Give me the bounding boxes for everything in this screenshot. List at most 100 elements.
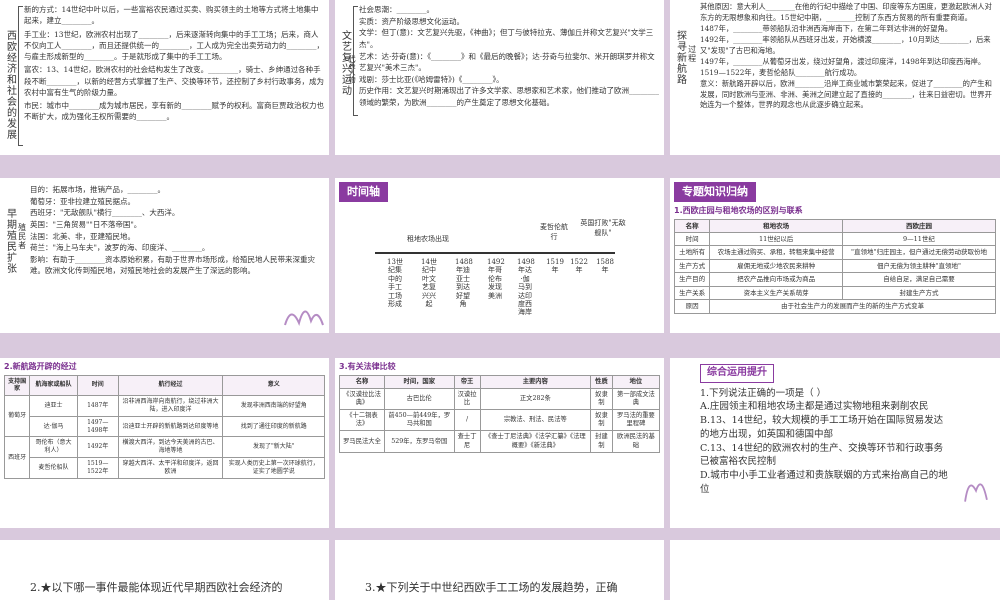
table-cell: 农场主通过购买、承租，转租来集中经营 bbox=[709, 245, 843, 260]
table-cell: 由于社会生产力的发展而产生的新的生产方式变革 bbox=[709, 299, 996, 314]
table-cell: 11世纪以后 bbox=[709, 231, 843, 247]
table-cell: 达·伽马 bbox=[29, 415, 78, 438]
slide-2[interactable]: 文艺复兴运动 社会思潮：________。 实质：资产阶级思想文化运动。 文学：… bbox=[335, 0, 664, 155]
text-line: 艺术：达·芬奇(意)：《________》和《最后的晚餐》；达·芬奇与拉斐尔、米… bbox=[359, 51, 655, 73]
table-cell: 9—11世纪 bbox=[841, 231, 997, 247]
table-header: 名称 bbox=[339, 374, 385, 389]
slide-3[interactable]: 探寻新航路 过程 其他原因：意大利人________在他的行纪中描绘了中国、印度… bbox=[670, 0, 1000, 155]
table-cell: 迪亚士 bbox=[29, 395, 78, 417]
table-row: 生产方式 雇佣无地或少地农民来耕种 佃户无偿为领主耕种"直领地" bbox=[673, 258, 997, 274]
slide-6[interactable]: 专题知识归纳 1.西欧庄园与租地农场的区别与联系 名称 租地农场 西欧庄园 时间… bbox=[670, 178, 1000, 333]
table-row: 生产关系 资本主义生产关系萌芽 封建生产方式 bbox=[673, 285, 997, 301]
table-cell: 查士丁尼 bbox=[453, 430, 481, 453]
timeline-point: 1519年 bbox=[546, 258, 564, 275]
slide-1[interactable]: 西欧经济和社会的发展 新的方式：14世纪中叶以后，一些富裕农民通过买卖、购买领主… bbox=[0, 0, 329, 155]
slide-11[interactable]: 3.★下列关于中世纪西欧手工工场的发展趋势，正确 bbox=[335, 540, 664, 600]
table-cell: 欧洲民法的基础 bbox=[611, 430, 661, 453]
table-header: 支持国家 bbox=[3, 374, 31, 397]
table-cell: 原因 bbox=[673, 299, 711, 314]
table-row: 原因 由于社会生产力的发展而产生的新的生产方式变革 bbox=[673, 299, 996, 314]
slide-12[interactable] bbox=[670, 540, 1000, 600]
table-cell: 古巴比伦 bbox=[383, 387, 455, 411]
table-header: 时间 bbox=[76, 374, 119, 397]
slide-grid: 西欧经济和社会的发展 新的方式：14世纪中叶以后，一些富裕农民通过买卖、购买领主… bbox=[0, 0, 1000, 600]
text-line: 1492年，________率领船队从西班牙出发，开始横渡________，10… bbox=[700, 34, 991, 55]
text-line: 葡萄牙：亚非拉建立殖民据点。 bbox=[30, 196, 135, 206]
table-row: 罗马民法大全 529年，东罗马帝国 查士丁尼 《查士丁尼法典》《法学汇纂》《法理概要》… bbox=[339, 430, 661, 453]
table-header: 性质 bbox=[590, 374, 613, 389]
slide-title: 综合运用提升 bbox=[700, 364, 774, 383]
text-line: 实质：资产阶级思想文化运动。 bbox=[359, 16, 464, 26]
slide-4[interactable]: 早期殖民扩张 殖民者 目的：拓展市场，推销产品，________。 葡萄牙：亚非… bbox=[0, 178, 329, 333]
table-header: 航海家或船队 bbox=[29, 374, 78, 397]
table-row: 时间 11世纪以后 9—11世纪 bbox=[673, 231, 997, 247]
table-cell: 沿迪亚士开辟的新航路到达印度等地 bbox=[117, 415, 224, 438]
slide-5[interactable]: 时间轴 租地农场出现 麦哲伦航行 英国打败"无敌舰队" 13世纪集中的手工工场形… bbox=[335, 178, 664, 333]
table-header: 西欧庄园 bbox=[841, 218, 997, 233]
table-cell: 葡萄牙 bbox=[3, 395, 31, 438]
decoration-icon bbox=[964, 483, 988, 502]
timeline-axis bbox=[375, 252, 615, 254]
decoration-icon bbox=[284, 310, 324, 326]
table-cell: 前450—前449年，罗马共和国 bbox=[383, 409, 455, 432]
section-label: 早期殖民扩张 bbox=[4, 208, 16, 274]
table-cell: 发现了"新大陆" bbox=[222, 436, 325, 458]
slide-10[interactable]: 2.★以下哪一事件最能体现近代早期西欧社会经济的 bbox=[0, 540, 329, 600]
table-cell: 自给自足，满足自己需要 bbox=[841, 272, 997, 287]
table-cell: 穿越大西洋、太平洋和印度洋，返回欧洲 bbox=[117, 456, 224, 479]
text-line: 历史作用：文艺复兴时期涌现出了许多文学家、思想家和艺术家，他们推动了欧洲____… bbox=[359, 86, 659, 107]
slide-subtitle: 1.西欧庄园与租地农场的区别与联系 bbox=[674, 205, 803, 215]
table-cell: 1492年 bbox=[76, 436, 119, 458]
table-cell: 生产方式 bbox=[673, 258, 711, 274]
table-cell: 奴隶制 bbox=[590, 387, 613, 411]
table-header: 名称 bbox=[673, 218, 711, 233]
table-header: 帝王 bbox=[453, 374, 481, 389]
table-cell: / bbox=[453, 409, 481, 432]
content: 其他原因：意大利人________在他的行纪中描绘了中国、印度等东方国度，更激起… bbox=[700, 2, 996, 111]
table-cell: 土地所有 bbox=[673, 245, 711, 260]
timeline-point: 1488年迪亚士到达好望角 bbox=[455, 258, 473, 308]
text-line: 文学：但丁(意)：文艺复兴先驱，《神曲》；但丁与彼特拉克、薄伽丘并称文艺复兴"文… bbox=[359, 28, 654, 49]
timeline-top-label: 英国打败"无敌舰队" bbox=[580, 219, 626, 238]
timeline-top-label: 租地农场出现 bbox=[407, 235, 449, 243]
table-cell: 哥伦布（意大利人） bbox=[29, 436, 78, 458]
option-d[interactable]: D.城市中小手工业者通过和贵族联姻的方式来抬高自己的地位 bbox=[700, 469, 950, 497]
timeline-point: 1588年 bbox=[596, 258, 614, 275]
table-cell: 《查士丁尼法典》《法学汇纂》《法理概要》《新法典》 bbox=[479, 430, 592, 453]
table-row: 麦哲伦船队 1519—1522年 穿越大西洋、太平洋和印度洋，返回欧洲 实现人类历史上… bbox=[5, 456, 325, 479]
table-cell: 罗马法的重要里程碑 bbox=[611, 409, 661, 432]
table-cell: "直领地"归庄园主，但户通过无偿劳动获取份地 bbox=[841, 245, 997, 260]
table-row: 葡萄牙 迪亚士 1487年 沿非洲西海岸向南航行，绕过非洲大陆，进入印度洋 发现非洲西南… bbox=[3, 395, 325, 438]
text-line: 目的：拓展市场，推销产品，________。 bbox=[30, 185, 165, 194]
slide-9[interactable]: 综合运用提升 1.下列说法正确的一项是（ ） A.庄园领主和租地农场主都是通过实… bbox=[670, 358, 1000, 528]
table-header: 地位 bbox=[611, 374, 661, 389]
text-line: 影响：有助于________资本原始积累，有助于世界市场形成，给殖民地人民带来深… bbox=[30, 254, 315, 276]
table-cell: 生产关系 bbox=[673, 285, 711, 301]
option-c[interactable]: C.13、14世纪的欧洲农村的生产、交换等环节和行政事务已被富裕农民控制 bbox=[700, 442, 950, 470]
slide-8[interactable]: 3.有关法律比较 名称 时间，国家 帝王 主要内容 性质 地位 《汉谟拉比法典》… bbox=[335, 358, 664, 528]
question-block: 1.下列说法正确的一项是（ ） A.庄园领主和租地农场主都是通过实物地租来剥削农… bbox=[700, 387, 950, 497]
text-line: 1497年，________从葡萄牙出发，绕过好望角，渡过印度洋，1498年到达… bbox=[700, 56, 986, 66]
timeline-point: 13世纪集中的手工工场形成 bbox=[387, 258, 403, 308]
table-header: 主要内容 bbox=[479, 374, 592, 389]
slide-7[interactable]: 2.新航路开辟的经过 支持国家 航海家或船队 时间 航行经过 意义 葡萄牙 迪亚士… bbox=[0, 358, 329, 528]
table-header: 时间，国家 bbox=[383, 374, 455, 389]
text-line: 荷兰："海上马车夫"，波罗的海、印度洋、________。 bbox=[30, 243, 210, 253]
table-cell: 麦哲伦船队 bbox=[29, 456, 78, 479]
table-cell: 《汉谟拉比法典》 bbox=[339, 387, 385, 411]
slide-subtitle: 2.新航路开辟的经过 bbox=[4, 362, 77, 371]
section-label: 西欧经济和社会的发展 bbox=[4, 30, 16, 140]
text-line: 手工业：13世纪，欧洲农村出现了________，后来逐渐转向集中的手工工场；后… bbox=[24, 29, 324, 62]
text-line: 其他原因：意大利人________在他的行纪中描绘了中国、印度等东方国度，更激起… bbox=[700, 2, 992, 22]
table-row: 土地所有 农场主通过购买、承租，转租来集中经营 "直领地"归庄园主，但户通过无偿劳动… bbox=[673, 245, 997, 260]
option-b[interactable]: B.13、14世纪，较大规模的手工工场开始在国际贸易发达的地方出现，如英国和德国… bbox=[700, 414, 950, 442]
table-cell: 沿非洲西海岸向南航行，绕过非洲大陆，进入印度洋 bbox=[117, 395, 224, 417]
sub-label: 代表人物 bbox=[348, 55, 357, 83]
table-cell: 罗马民法大全 bbox=[339, 430, 385, 453]
text-line: 1519—1522年，麦哲伦船队________航行成功。 bbox=[700, 67, 862, 77]
text-line: 1487年，________带领船队沿非洲西海岸南下，在第二年到达非洲的好望角。 bbox=[700, 23, 953, 33]
content: 目的：拓展市场，推销产品，________。 葡萄牙：亚非拉建立殖民据点。 西班… bbox=[30, 184, 320, 277]
table-row: 达·伽马 1497—1498年 沿迪亚士开辟的新航路到达印度等地 找到了通往印度的新航… bbox=[5, 415, 325, 438]
table-row: 生产目的 把农产品推向市场或为商品 自给自足，满足自己需要 bbox=[673, 272, 997, 287]
option-a[interactable]: A.庄园领主和租地农场主都是通过实物地租来剥削农民 bbox=[700, 400, 950, 414]
